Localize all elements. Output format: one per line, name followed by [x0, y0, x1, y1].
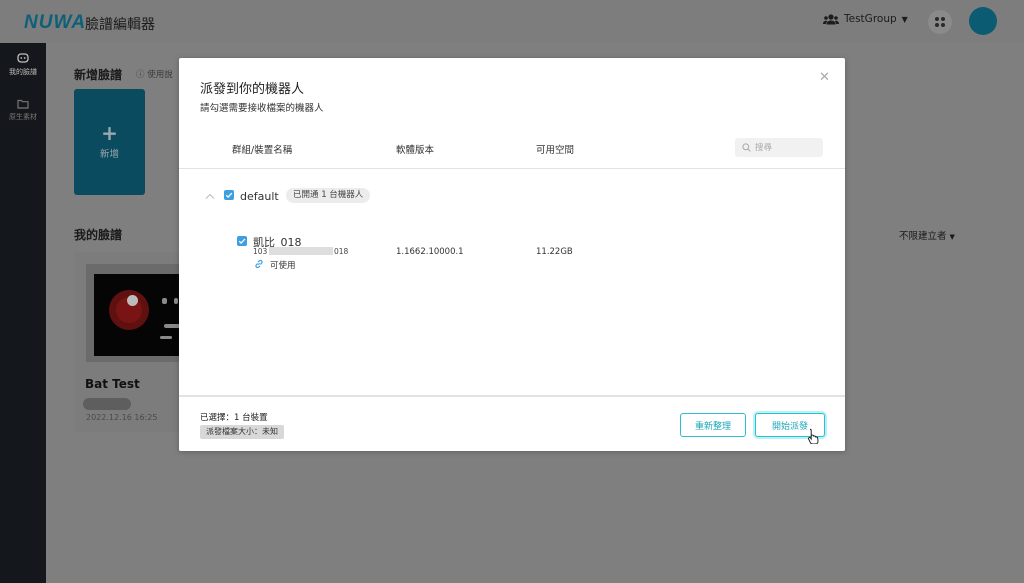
search-icon	[742, 143, 751, 152]
group-selector[interactable]: TestGroup ▼	[823, 13, 908, 25]
face-card[interactable]: Bat Test 2022.12.16 16:25	[74, 252, 194, 432]
dispatch-modal: ✕ 派發到你的機器人 請勾選需要接收檔案的機器人 群組/裝置名稱 軟體版本 可用…	[179, 58, 845, 451]
sidebar: 我的臉譜 原生素材	[0, 43, 46, 583]
group-name: TestGroup	[844, 13, 897, 25]
face-card-title: Bat Test	[85, 377, 140, 391]
my-faces-heading: 我的臉譜	[74, 228, 123, 242]
app-title: 臉譜編輯器	[85, 17, 155, 33]
logo[interactable]: NUWA	[24, 12, 86, 34]
group-checkbox[interactable]	[224, 190, 234, 200]
new-card-label: 新增	[99, 149, 119, 160]
sidebar-item-native-assets[interactable]: 原生素材	[0, 99, 46, 122]
users-icon	[823, 13, 839, 24]
new-face-card[interactable]: + 新增	[74, 89, 145, 195]
device-id-suffix: 018	[334, 247, 349, 256]
device-status: 可使用	[270, 261, 296, 271]
new-face-heading: 新增臉譜	[74, 68, 123, 82]
header-divider	[179, 168, 845, 169]
group-badge: 已開通 1 台機器人	[286, 188, 371, 203]
column-header-name: 群組/裝置名稱	[232, 145, 293, 156]
link-icon	[255, 259, 263, 269]
refresh-button[interactable]: 重新整理	[680, 413, 746, 437]
top-bar: NUWA 臉譜編輯器 TestGroup ▼	[0, 0, 1024, 43]
selected-count: 已選擇：1 台裝置	[200, 413, 268, 423]
device-id-prefix: 103	[253, 247, 268, 256]
sidebar-item-label: 原生素材	[9, 113, 37, 121]
caret-down-icon: ▼	[901, 14, 908, 24]
hand-cursor-icon	[808, 428, 819, 444]
chevron-up-icon[interactable]	[205, 193, 215, 199]
check-icon	[225, 192, 233, 199]
device-version: 1.1662.10000.1	[396, 247, 464, 257]
check-icon	[238, 238, 246, 245]
robot-face-icon	[17, 53, 29, 63]
filter-label: 不限建立者	[899, 231, 947, 242]
caret-down-icon: ▼	[949, 233, 955, 241]
plus-icon: +	[101, 121, 118, 145]
group-name: default	[240, 190, 279, 203]
face-preview	[86, 264, 194, 362]
info-icon: ⓘ	[136, 70, 145, 80]
face-card-date: 2022.12.16 16:25	[86, 413, 158, 422]
sidebar-item-label: 我的臉譜	[9, 68, 37, 76]
modal-footer: 已選擇：1 台裝置 派發檔案大小：未知 重新整理 開始派發	[179, 395, 845, 451]
device-checkbox[interactable]	[237, 236, 247, 246]
apps-button[interactable]	[928, 10, 952, 34]
avatar[interactable]	[969, 7, 997, 35]
modal-subtitle: 請勾選需要接收檔案的機器人	[200, 103, 324, 114]
hint-text: 使用說	[147, 70, 173, 80]
device-space: 11.22GB	[536, 247, 573, 257]
new-face-hint[interactable]: ⓘ 使用說	[136, 68, 173, 80]
folder-icon	[17, 99, 29, 109]
modal-title: 派發到你的機器人	[200, 82, 305, 97]
column-header-version: 軟體版本	[396, 145, 435, 156]
sidebar-item-my-faces[interactable]: 我的臉譜	[0, 53, 46, 77]
file-size-tag: 派發檔案大小：未知	[200, 425, 284, 439]
grid-icon	[935, 17, 945, 27]
device-id-redacted	[269, 247, 333, 255]
creator-filter[interactable]: 不限建立者 ▼	[899, 228, 955, 242]
close-icon[interactable]: ✕	[819, 70, 830, 85]
column-header-space: 可用空間	[536, 145, 575, 156]
face-card-tag	[83, 398, 131, 410]
